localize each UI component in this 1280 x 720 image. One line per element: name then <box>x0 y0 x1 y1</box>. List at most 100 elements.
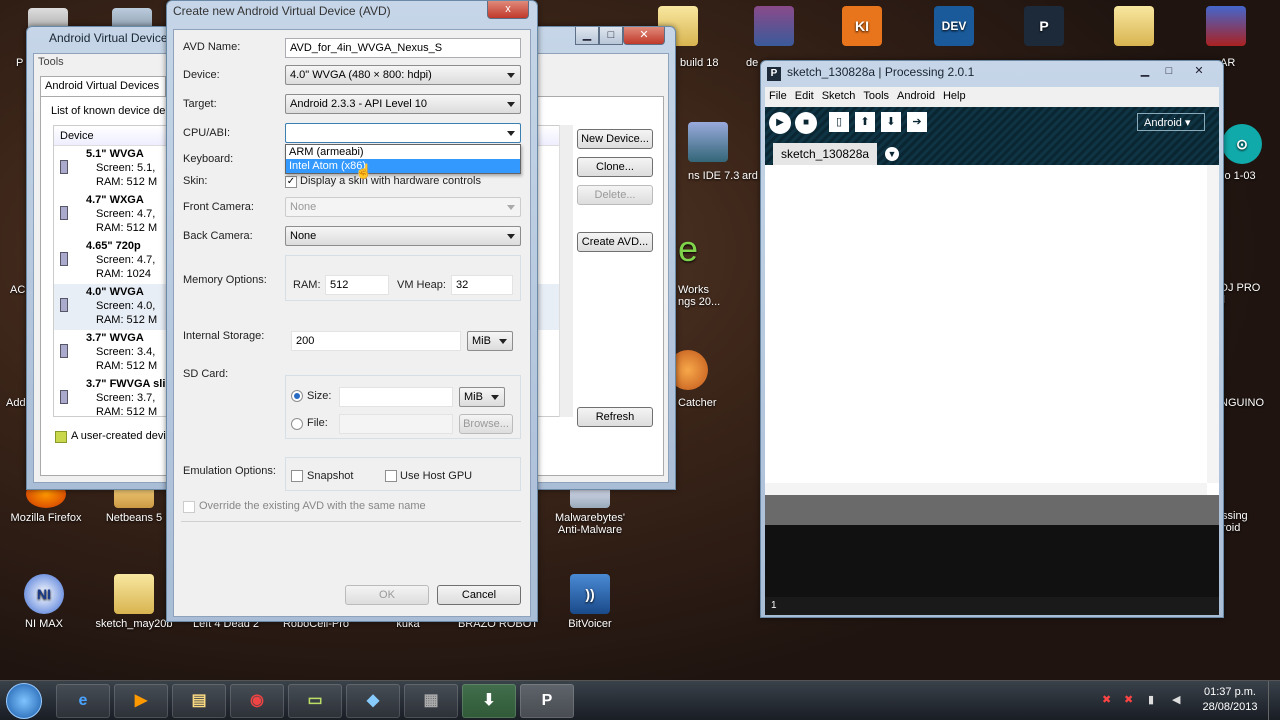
desktop-icon-sketch-folder[interactable]: sketch_may20b <box>92 574 176 630</box>
menu-tools[interactable]: Tools <box>863 90 889 104</box>
new-device-button[interactable]: New Device... <box>577 129 653 149</box>
run-icon[interactable]: ▶ <box>769 112 791 134</box>
mouse-cursor-icon: ☝ <box>355 163 373 179</box>
maximize-button[interactable]: □ <box>1157 63 1181 81</box>
list-scrollbar[interactable] <box>559 125 573 417</box>
close-button[interactable]: ✕ <box>623 27 665 45</box>
desktop-icon-folder[interactable] <box>1092 6 1176 50</box>
front-camera-select[interactable]: None <box>285 197 521 217</box>
cpu-dropdown-list[interactable]: ARM (armeabi) Intel Atom (x86) <box>285 144 521 174</box>
desktop-icon-nimax[interactable]: NI NI MAX <box>2 574 86 630</box>
desktop-icon-bitvoicer[interactable]: )) BitVoicer <box>548 574 632 630</box>
taskbar-chrome[interactable]: ◉ <box>230 684 284 718</box>
clone-button[interactable]: Clone... <box>577 157 653 177</box>
menu-help[interactable]: Help <box>943 90 966 104</box>
cancel-button[interactable]: Cancel <box>437 585 521 605</box>
desktop-icon-archive[interactable] <box>732 6 816 50</box>
device-select[interactable]: 4.0" WVGA (480 × 800: hdpi) <box>285 65 521 85</box>
create-avd-dialog[interactable]: Create new Android Virtual Device (AVD) … <box>166 0 538 622</box>
clock[interactable]: 01:37 p.m. 28/08/2013 <box>1198 685 1262 715</box>
maximize-button[interactable]: □ <box>599 27 623 45</box>
sketch-tab[interactable]: sketch_130828a <box>773 143 877 165</box>
show-desktop-button[interactable] <box>1268 681 1280 720</box>
chevron-down-icon <box>507 73 515 78</box>
cpu-option-arm[interactable]: ARM (armeabi) <box>286 145 520 159</box>
window-controls: ▁ □ ✕ <box>1133 63 1217 81</box>
mode-selector[interactable]: Android ▾ <box>1137 113 1205 131</box>
vmheap-input[interactable]: 32 <box>451 275 513 295</box>
snapshot-checkbox[interactable] <box>291 470 303 482</box>
sd-size-input[interactable] <box>339 387 453 407</box>
phone-icon <box>60 160 68 174</box>
device-value: 4.0" WVGA (480 × 800: hdpi) <box>290 69 432 81</box>
avd-name-input[interactable]: AVD_for_4in_WVGA_Nexus_S <box>285 38 521 58</box>
open-icon[interactable]: ⬆ <box>855 112 875 132</box>
tab-android-virtual-devices[interactable]: Android Virtual Devices <box>40 76 166 96</box>
editor-hscrollbar[interactable] <box>765 483 1207 495</box>
tray-flag-icon[interactable]: ✖ <box>1102 693 1116 707</box>
processing-window[interactable]: P sketch_130828a | Processing 2.0.1 ▁ □ … <box>760 60 1224 618</box>
desktop-icon-tile-1[interactable]: KI <box>820 6 904 50</box>
taskbar-media[interactable]: ▶ <box>114 684 168 718</box>
sd-size-unit[interactable]: MiB <box>459 387 505 407</box>
desktop-icon-tile-2[interactable]: DEV <box>912 6 996 50</box>
taskbar-app[interactable]: ◆ <box>346 684 400 718</box>
cpu-select[interactable] <box>285 123 521 143</box>
target-select[interactable]: Android 2.3.3 - API Level 10 <box>285 94 521 114</box>
taskbar-notes[interactable]: ▭ <box>288 684 342 718</box>
menu-tools[interactable]: Tools <box>38 56 64 68</box>
internal-storage-unit[interactable]: MiB <box>467 331 513 351</box>
menu-sketch[interactable]: Sketch <box>822 90 856 104</box>
code-editor[interactable] <box>765 165 1219 495</box>
tray-network-icon[interactable]: ▮ <box>1148 693 1162 707</box>
stop-icon[interactable]: ■ <box>795 112 817 134</box>
ram-label: RAM: <box>293 279 321 291</box>
close-button[interactable]: ✕ <box>1181 63 1217 81</box>
cpu-option-x86[interactable]: Intel Atom (x86) <box>286 159 520 173</box>
desktop-icon-ide[interactable] <box>666 122 750 166</box>
minimize-button[interactable]: ▁ <box>575 27 599 45</box>
ram-input[interactable]: 512 <box>325 275 389 295</box>
taskbar-download[interactable]: ⬇ <box>462 684 516 718</box>
tray-volume-icon[interactable]: ◀ <box>1172 693 1186 707</box>
export-icon[interactable]: ➔ <box>907 112 927 132</box>
create-avd-button[interactable]: Create AVD... <box>577 232 653 252</box>
nimax-icon: NI <box>24 574 64 614</box>
tray-shield-icon[interactable]: ✖ <box>1124 693 1138 707</box>
host-gpu-checkbox[interactable] <box>385 470 397 482</box>
dialog-client <box>173 29 531 617</box>
line-number: 1 <box>771 600 777 611</box>
ok-button[interactable]: OK <box>345 585 429 605</box>
override-checkbox[interactable] <box>183 501 195 513</box>
front-camera-label: Front Camera: <box>183 201 254 213</box>
sd-file-radio[interactable] <box>291 418 303 430</box>
sd-file-input[interactable] <box>339 414 453 434</box>
menu-android[interactable]: Android <box>897 90 935 104</box>
delete-button[interactable]: Delete... <box>577 185 653 205</box>
desktop-icon-tools[interactable] <box>1184 6 1268 50</box>
minimize-button[interactable]: ▁ <box>1133 63 1157 81</box>
start-button[interactable] <box>6 683 42 719</box>
menu-edit[interactable]: Edit <box>795 90 814 104</box>
status-bar: 1 <box>765 597 1219 615</box>
browse-button[interactable]: Browse... <box>459 414 513 434</box>
skin-option-label: Display a skin with hardware controls <box>300 175 481 187</box>
tab-menu-icon[interactable]: ▼ <box>885 147 899 161</box>
taskbar-ie[interactable]: e <box>56 684 110 718</box>
taskbar-sketch[interactable]: ▦ <box>404 684 458 718</box>
internal-storage-input[interactable]: 200 <box>291 331 461 351</box>
desktop-icon-tile-3[interactable]: P <box>1002 6 1086 50</box>
back-camera-label: Back Camera: <box>183 230 253 242</box>
taskbar-processing[interactable]: P <box>520 684 574 718</box>
refresh-button[interactable]: Refresh <box>577 407 653 427</box>
close-button[interactable]: x <box>487 1 529 19</box>
new-icon[interactable]: ▯ <box>829 112 849 132</box>
window-controls: ▁ □ ✕ <box>575 27 665 45</box>
back-camera-select[interactable]: None <box>285 226 521 246</box>
skin-checkbox[interactable]: ✓ <box>285 176 297 188</box>
menu-file[interactable]: File <box>769 90 787 104</box>
save-icon[interactable]: ⬇ <box>881 112 901 132</box>
sd-size-radio[interactable] <box>291 390 303 402</box>
editor-scrollbar[interactable] <box>1207 165 1219 483</box>
taskbar-explorer[interactable]: ▤ <box>172 684 226 718</box>
